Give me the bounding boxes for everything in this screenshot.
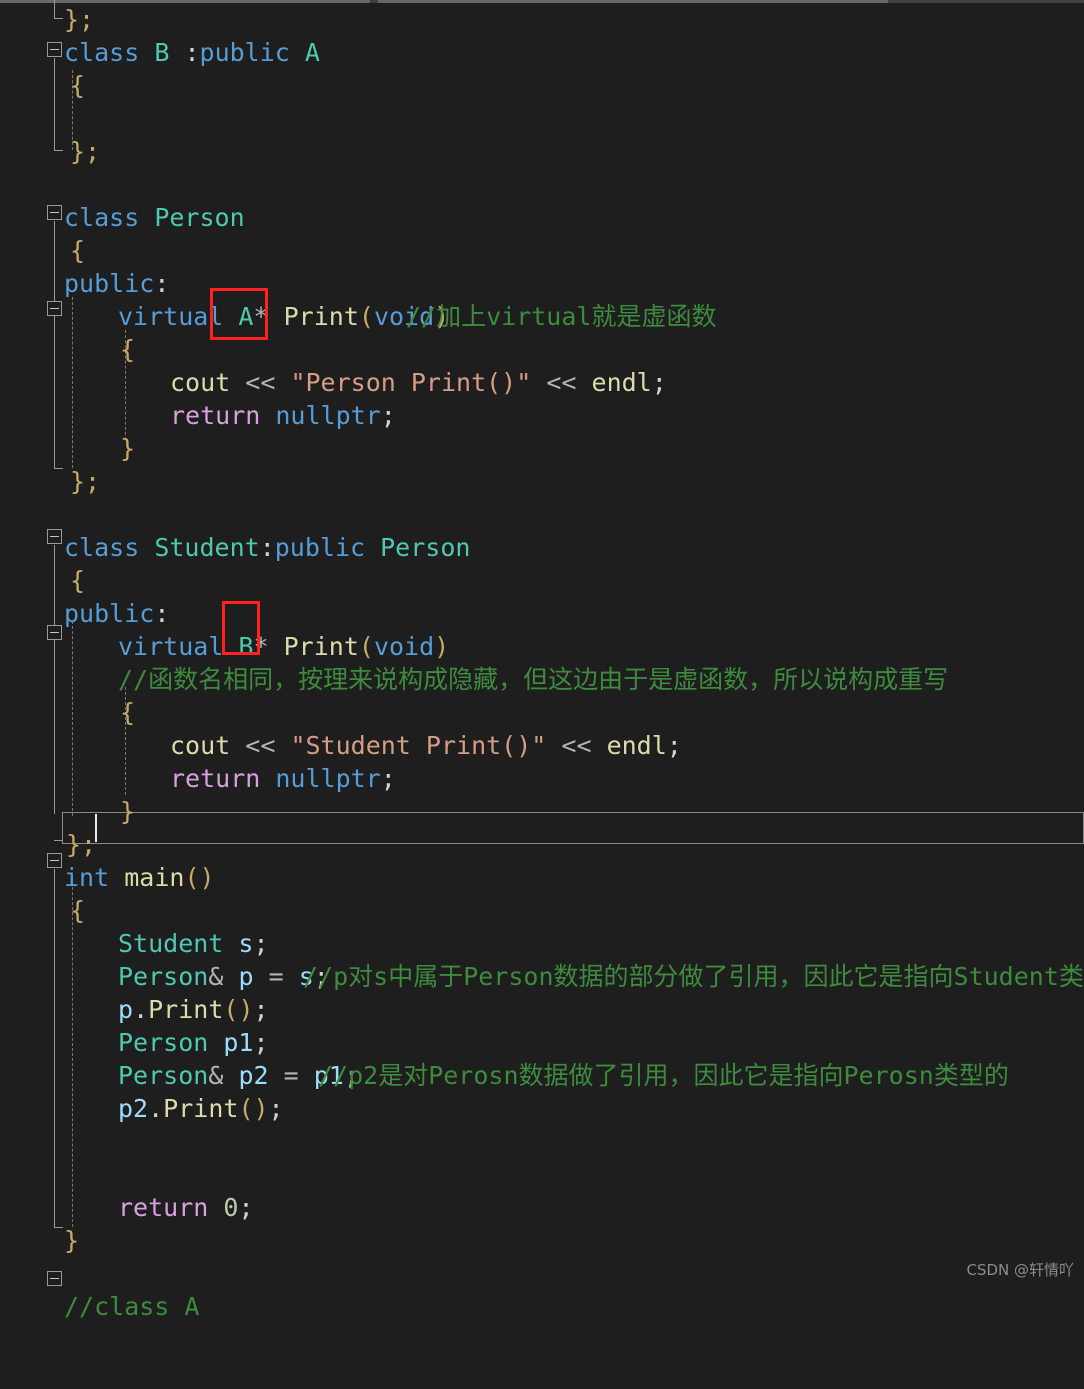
code-token: Student s; <box>118 929 269 958</box>
code-token: } <box>120 797 136 826</box>
code-line[interactable]: { <box>0 333 1084 366</box>
code-token: class B :public A <box>64 38 320 67</box>
code-line[interactable]: return nullptr; <box>0 399 1084 432</box>
code-token: { <box>70 566 86 595</box>
code-line[interactable] <box>0 102 1084 135</box>
code-line[interactable]: cout << "Student Print()" << endl; <box>0 729 1084 762</box>
code-line[interactable]: }; <box>0 465 1084 498</box>
code-line[interactable]: p2.Print(); <box>0 1092 1084 1125</box>
code-line[interactable]: return 0; <box>0 1191 1084 1224</box>
code-line[interactable]: { <box>0 234 1084 267</box>
code-line[interactable]: { <box>0 69 1084 102</box>
code-line[interactable]: Person& p = s; //p对s中属于Person数据的部分做了引用，因… <box>0 960 1084 993</box>
code-line[interactable]: }; <box>0 135 1084 168</box>
code-token: { <box>70 71 86 100</box>
csdn-watermark: CSDN @轩情吖 <box>966 1261 1074 1279</box>
code-line[interactable] <box>0 168 1084 201</box>
code-line[interactable]: } <box>0 795 1084 828</box>
code-line[interactable]: }; <box>0 3 1084 36</box>
code-token: int main() <box>64 863 215 892</box>
code-token: virtual B* Print(void) <box>118 632 450 661</box>
code-line[interactable]: //class A <box>0 1290 1084 1323</box>
code-token: { <box>120 698 136 727</box>
code-line[interactable]: Person p1; <box>0 1026 1084 1059</box>
code-token: } <box>64 1226 80 1255</box>
code-line[interactable]: return nullptr; <box>0 762 1084 795</box>
code-token: cout << "Person Print()" << endl; <box>170 368 667 397</box>
code-editor[interactable]: }; class B :public A { }; class Person {… <box>0 0 1084 1321</box>
code-token: return nullptr; <box>170 401 396 430</box>
code-line[interactable] <box>0 1158 1084 1191</box>
code-token: }; <box>64 5 95 34</box>
code-token: p.Print(); <box>118 995 269 1024</box>
code-line[interactable]: virtual A* Print(void) //加上virtual就是虚函数 <box>0 300 1084 333</box>
code-line[interactable]: public: <box>0 267 1084 300</box>
code-line[interactable]: Student s; <box>0 927 1084 960</box>
code-line[interactable]: cout << "Person Print()" << endl; <box>0 366 1084 399</box>
code-line[interactable]: class B :public A <box>0 36 1084 69</box>
code-line[interactable]: //函数名相同，按理来说构成隐藏，但这边由于是虚函数，所以说构成重写 <box>0 663 1084 696</box>
code-token: } <box>120 434 136 463</box>
code-token: { <box>70 896 86 925</box>
code-line[interactable] <box>0 1125 1084 1158</box>
code-line[interactable]: class Student:public Person <box>0 531 1084 564</box>
code-token: return nullptr; <box>170 764 396 793</box>
code-token: Person p1; <box>118 1028 269 1057</box>
code-line[interactable]: int main() <box>0 861 1084 894</box>
code-token: cout << "Student Print()" << endl; <box>170 731 682 760</box>
code-line[interactable]: { <box>0 894 1084 927</box>
code-line[interactable]: Person& p2 = p1; //p2是对Perosn数据做了引用，因此它是… <box>0 1059 1084 1092</box>
code-comment: //函数名相同，按理来说构成隐藏，但这边由于是虚函数，所以说构成重写 <box>118 665 949 694</box>
code-line[interactable]: public: <box>0 597 1084 630</box>
code-token: { <box>70 236 86 265</box>
code-comment: //class A <box>64 1292 200 1321</box>
code-token: virtual A* Print(void) <box>118 302 450 331</box>
code-comment: //p2是对Perosn数据做了引用，因此它是指向Perosn类型的 <box>318 1061 1009 1090</box>
code-line[interactable]: } <box>0 432 1084 465</box>
code-token: { <box>120 335 136 364</box>
code-line[interactable]: class Person <box>0 201 1084 234</box>
code-comment: //p对s中属于Person数据的部分做了引用，因此它是指向Student类型 <box>303 962 1084 991</box>
code-line[interactable]: { <box>0 564 1084 597</box>
code-token: public: <box>64 599 170 628</box>
code-line[interactable]: p.Print(); <box>0 993 1084 1026</box>
code-token: p2.Print(); <box>118 1094 284 1123</box>
code-token: }; <box>66 830 97 859</box>
code-token: return 0; <box>118 1193 254 1222</box>
code-content[interactable]: }; class B :public A { }; class Person {… <box>0 3 1084 1323</box>
code-line-current[interactable]: }; <box>0 828 1084 861</box>
code-line[interactable] <box>0 498 1084 531</box>
code-line[interactable] <box>0 1257 1084 1290</box>
code-line[interactable]: virtual B* Print(void) <box>0 630 1084 663</box>
code-token: Person& p = s; <box>118 962 329 991</box>
code-token: class Student:public Person <box>64 533 471 562</box>
code-token: }; <box>70 137 101 166</box>
code-line[interactable]: { <box>0 696 1084 729</box>
code-line[interactable]: } <box>0 1224 1084 1257</box>
code-token: }; <box>70 467 101 496</box>
code-token: public: <box>64 269 170 298</box>
code-token: class Person <box>64 203 245 232</box>
code-comment: //加上virtual就是虚函数 <box>406 302 717 331</box>
